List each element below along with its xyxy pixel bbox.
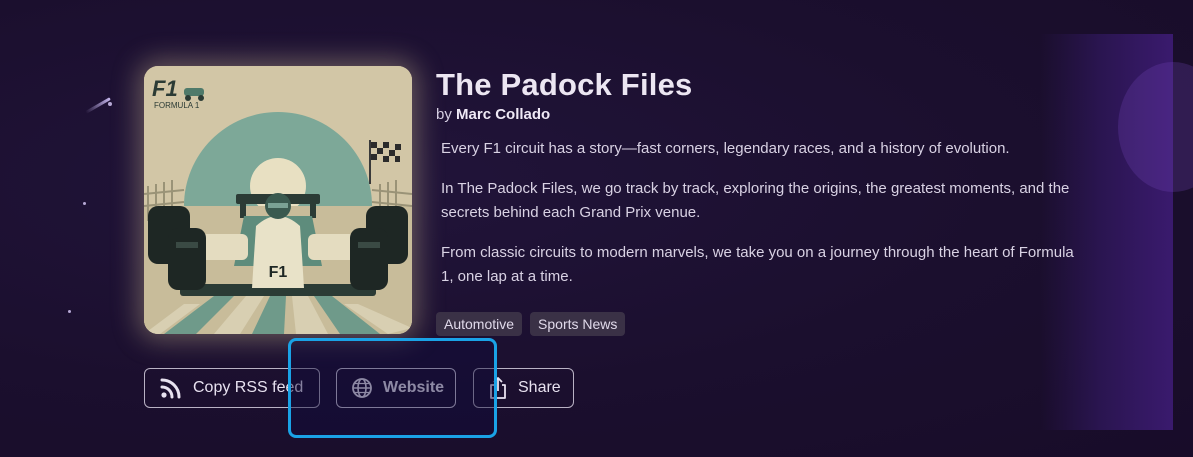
copy-rss-feed-label: Copy RSS feed	[193, 379, 304, 396]
decorative-star	[108, 102, 112, 106]
website-button[interactable]: Website	[336, 368, 456, 408]
tag-automotive[interactable]: Automotive	[436, 312, 523, 336]
podcast-page: F1 F1 FORMULA 1 The Padock Files by Marc…	[0, 0, 1193, 457]
share-icon	[490, 377, 506, 399]
podcast-info: The Padock Files by Marc Collado Every F…	[436, 66, 1086, 305]
share-button[interactable]: Share	[473, 368, 574, 408]
author-name[interactable]: Marc Collado	[456, 106, 550, 123]
share-label: Share	[518, 379, 561, 396]
copy-rss-feed-button[interactable]: Copy RSS feed	[144, 368, 320, 408]
cover-logo-subtext: FORMULA 1	[154, 101, 200, 110]
cover-logo-text: F1	[152, 76, 178, 101]
tag-sports-news[interactable]: Sports News	[530, 312, 626, 336]
podcast-title: The Padock Files	[436, 67, 693, 102]
byline-prefix: by	[436, 106, 452, 123]
decorative-comet	[85, 97, 111, 114]
description-paragraph: From classic circuits to modern marvels,…	[441, 244, 1074, 285]
decorative-star	[83, 202, 86, 205]
car-number-label: F1	[269, 264, 288, 281]
podcast-byline: by Marc Collado	[436, 106, 1086, 123]
podcast-description: Every F1 circuit has a story—fast corner…	[436, 137, 1086, 289]
globe-icon	[352, 378, 372, 398]
website-label: Website	[383, 379, 445, 396]
decorative-star	[68, 310, 71, 313]
tag-list: Automotive Sports News	[436, 312, 626, 336]
description-paragraph: In The Padock Files, we go track by trac…	[441, 180, 1070, 221]
description-paragraph: Every F1 circuit has a story—fast corner…	[441, 140, 1010, 157]
podcast-cover-art: F1 F1 FORMULA 1	[144, 66, 412, 334]
rss-icon	[160, 378, 181, 399]
f1-car-illustration: F1 F1 FORMULA 1	[144, 66, 412, 334]
